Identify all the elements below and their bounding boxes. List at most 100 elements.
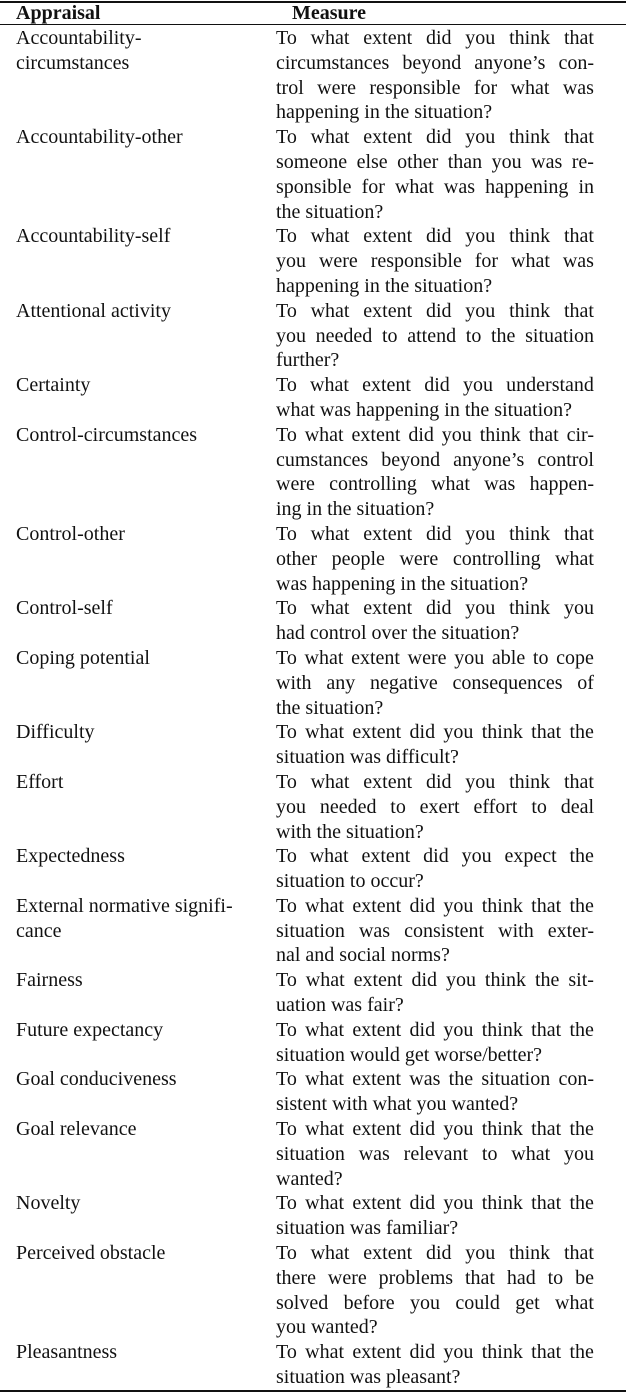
table-row: Accountability-other To what extent did you th… (0, 125, 626, 224)
word: to (532, 646, 549, 669)
measure-cell: To what extent did you expect the situation to … (276, 844, 594, 894)
word: what (510, 76, 550, 99)
word: situation (525, 324, 594, 347)
word: did (409, 894, 436, 917)
word: To (276, 770, 297, 793)
measure-line: the situation? (276, 696, 384, 719)
appraisal-line: Novelty (16, 1192, 81, 1215)
word: beyond (402, 51, 462, 74)
appraisal-cell: Expectedness (0, 844, 276, 894)
word: people (331, 547, 385, 570)
word: con- (558, 51, 594, 74)
word: extent (363, 299, 413, 322)
word: what (305, 1118, 345, 1141)
word: think (509, 27, 551, 49)
measure-line: happening in the situation? (276, 101, 493, 124)
measure-line: situation was relevant to what you (276, 1142, 594, 1167)
word: To (276, 27, 297, 49)
word: think (481, 1018, 523, 1041)
word: that (531, 1192, 562, 1215)
measure-line: what was happening in the situation? (276, 398, 573, 421)
word: that (563, 1242, 594, 1265)
word: To (276, 1242, 297, 1265)
word: someone (276, 150, 348, 173)
appraisal-cell: Certainty (0, 373, 276, 423)
word: think (481, 721, 523, 744)
measure-line: To what extent did you think the sit- (276, 968, 594, 993)
measure-cell: To what extent did you think that other people we… (276, 522, 594, 596)
word: To (276, 646, 297, 669)
header-rule (0, 24, 626, 25)
word: happen- (529, 473, 594, 496)
word: you (443, 1118, 474, 1141)
word: beyond (381, 448, 441, 471)
appraisal-line: Perceived obstacle (16, 1242, 166, 1265)
word: To (276, 299, 297, 322)
word: understand (506, 374, 594, 397)
measure-line: To what extent did you think you (276, 596, 594, 621)
word: to (531, 795, 547, 818)
word: you (276, 795, 306, 818)
word: con- (558, 1068, 594, 1091)
appraisal-cell: Coping potential (0, 646, 276, 720)
table-row: Future expectancy To what extent did you think… (0, 1018, 626, 1068)
word: for (474, 250, 499, 273)
word: you (454, 646, 485, 669)
appraisal-line: cance (16, 919, 62, 942)
word: did (408, 423, 434, 446)
appraisal-cell: Control-self (0, 596, 276, 646)
table-row: Fairness To what extent did you think the sit-ua… (0, 968, 626, 1018)
appraisal-line: Future expectancy (16, 1018, 164, 1041)
word: the (569, 1118, 594, 1141)
measure-cell: To what extent did you think that the situation … (276, 720, 594, 770)
measure-line: happening in the situation? (276, 274, 493, 297)
word: deal (560, 795, 594, 818)
appraisal-line: Difficulty (16, 721, 95, 744)
appraisal-line: Pleasantness (16, 1341, 118, 1364)
measure-cell: To what extent did you understand what was hap… (276, 373, 594, 423)
measure-line: solved before you could get what (276, 1291, 594, 1316)
word: the (448, 1068, 474, 1091)
measure-line: with any negative consequences of (276, 671, 594, 696)
measure-line: circumstances beyond anyone’s con- (276, 51, 594, 76)
measure-cell: To what extent did you think that there were prob… (276, 1241, 594, 1340)
word: trol (276, 76, 304, 99)
appraisal-cell: Difficulty (0, 720, 276, 770)
word: To (276, 225, 297, 248)
measure-line: trol were responsible for what was (276, 76, 594, 101)
word: think (481, 1118, 523, 1141)
word: negative (370, 671, 438, 694)
word: extent (362, 374, 411, 397)
word: To (276, 597, 297, 620)
word: be (575, 1266, 594, 1289)
appraisal-cell: Attentional activity (0, 299, 276, 373)
word: you (443, 1018, 474, 1041)
word: you (465, 126, 496, 149)
word: was (409, 1068, 441, 1091)
word: did (409, 1192, 436, 1215)
word: that (531, 894, 562, 917)
measure-cell: To what extent did you think the sit-uation was… (276, 968, 594, 1018)
word: problems (378, 1266, 454, 1289)
word: did (425, 225, 452, 248)
measure-line: situation would get worse/better? (276, 1043, 543, 1066)
word: expect (504, 845, 557, 868)
word: think (509, 1242, 551, 1265)
measure-line: nal and social norms? (276, 944, 450, 967)
measure-cell: To what extent did you think that cir-cumstance… (276, 423, 594, 522)
word: what (305, 721, 345, 744)
word: to (381, 324, 398, 347)
word: did (409, 721, 436, 744)
word: extent (352, 1018, 402, 1041)
header-measure: Measure (292, 2, 367, 24)
appraisal-line: Attentional activity (16, 299, 171, 322)
word: what (305, 894, 345, 917)
measure-line: had control over the situation? (276, 622, 520, 645)
appraisal-cell: Accountability-other (0, 125, 276, 224)
word: what (310, 1242, 350, 1265)
word: the (569, 845, 594, 868)
table-row: Accountability-self To what extent did you thi… (0, 224, 626, 298)
word: To (276, 374, 297, 397)
table-row: Expectedness To what extent did you expect the s… (0, 844, 626, 894)
word: you (276, 250, 306, 273)
